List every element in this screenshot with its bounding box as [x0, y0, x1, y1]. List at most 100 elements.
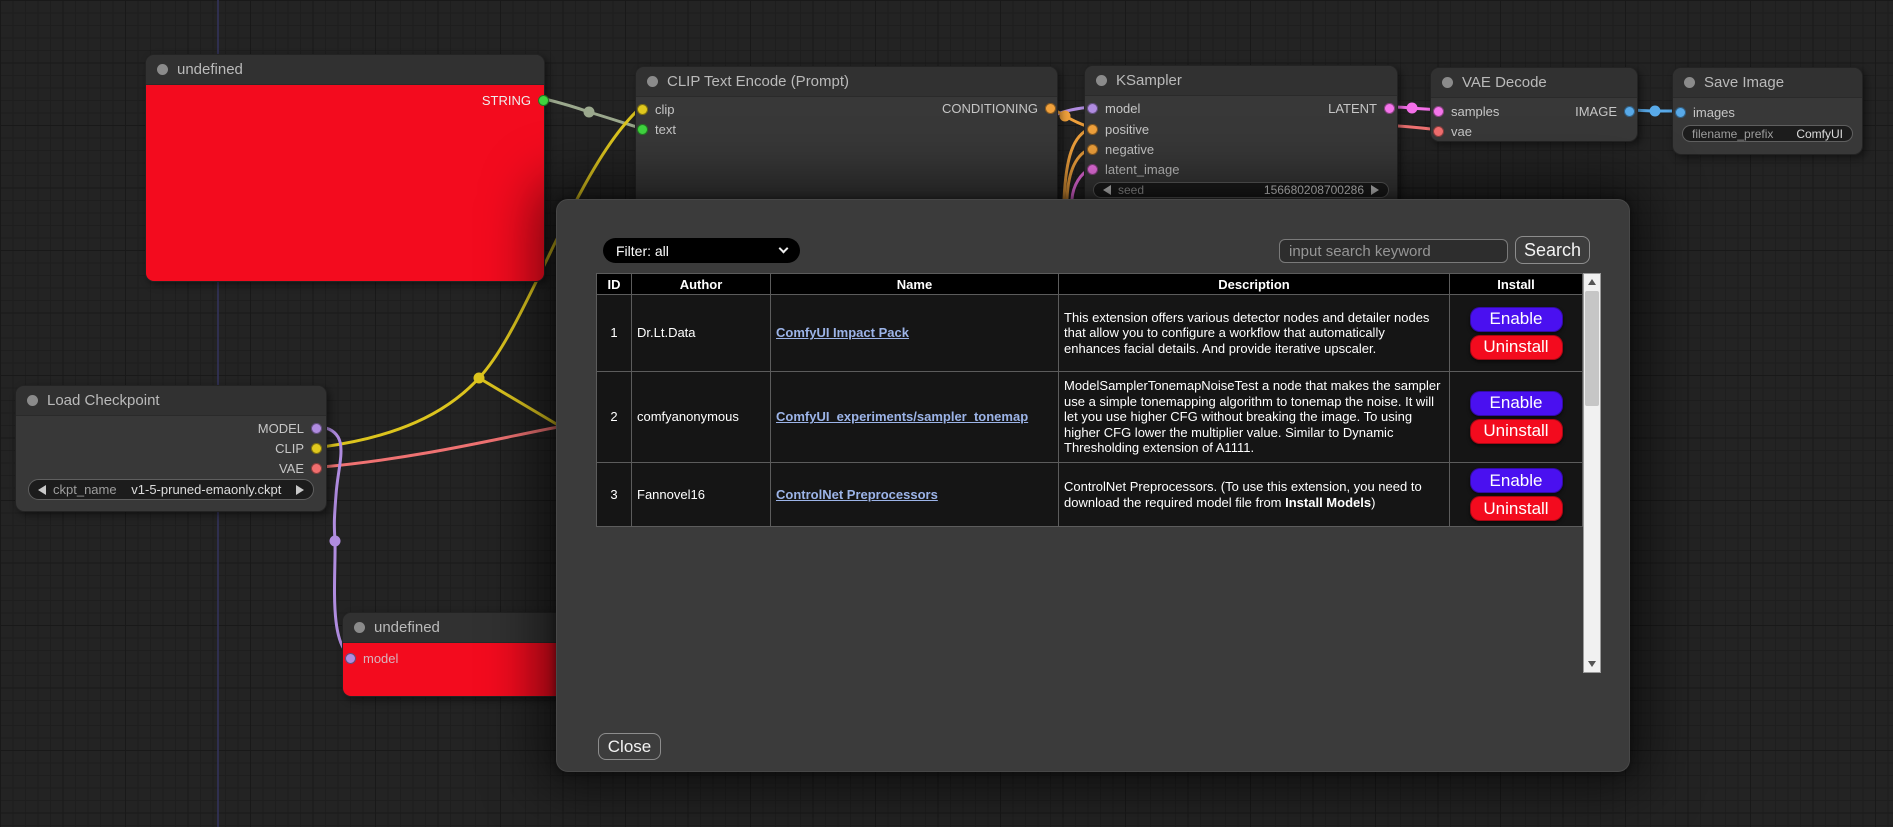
search-button[interactable]: Search [1515, 236, 1590, 264]
input-dot-positive[interactable] [1087, 124, 1098, 135]
input-label: samples [1451, 104, 1499, 119]
input-label: images [1693, 105, 1735, 120]
col-header-install: Install [1450, 274, 1583, 295]
close-button[interactable]: Close [598, 733, 661, 760]
chevron-down-icon [779, 244, 789, 254]
input-dot-negative[interactable] [1087, 144, 1098, 155]
widget-label: ckpt_name [53, 482, 117, 497]
input-label: vae [1451, 124, 1472, 139]
filter-dropdown[interactable]: Filter: all [603, 238, 800, 263]
input-label: text [655, 122, 676, 137]
enable-button[interactable]: Enable [1470, 468, 1563, 493]
widget-label: seed [1118, 183, 1144, 197]
input-label: negative [1105, 142, 1154, 157]
uninstall-button[interactable]: Uninstall [1470, 335, 1563, 360]
error-node-body [146, 85, 544, 281]
output-dot-image[interactable] [1624, 106, 1635, 117]
extension-link[interactable]: ComfyUI Impact Pack [776, 325, 909, 340]
cell-description: ControlNet Preprocessors. (To use this e… [1059, 463, 1450, 527]
collapse-dot-icon[interactable] [27, 395, 38, 406]
widget-value: v1-5-pruned-emaonly.ckpt [131, 482, 281, 497]
collapse-dot-icon[interactable] [1096, 75, 1107, 86]
node-ksampler[interactable]: KSampler model positive negative latent_… [1084, 65, 1398, 215]
output-label: VAE [279, 461, 304, 476]
col-header-id: ID [597, 274, 632, 295]
prev-arrow-icon[interactable] [38, 485, 46, 495]
node-load-checkpoint[interactable]: Load Checkpoint MODEL CLIP VAE ckpt_name… [15, 385, 327, 512]
node-title: VAE Decode [1462, 74, 1547, 91]
node-undefined-string[interactable]: undefined STRING [145, 54, 545, 282]
extension-table: ID Author Name Description Install 1 Dr.… [596, 273, 1583, 527]
col-header-name: Name [771, 274, 1059, 295]
scrollbar-thumb[interactable] [1585, 291, 1599, 406]
node-title-bar[interactable]: VAE Decode [1431, 68, 1637, 98]
widget-value: ComfyUI [1796, 127, 1843, 141]
output-label: CONDITIONING [942, 101, 1038, 116]
extension-link[interactable]: ControlNet Preprocessors [776, 487, 938, 502]
scroll-up-icon[interactable] [1584, 274, 1600, 290]
reroute-dot-clip[interactable] [474, 373, 485, 384]
node-vae-decode[interactable]: VAE Decode samples vae IMAGE [1430, 67, 1638, 142]
collapse-dot-icon[interactable] [1442, 77, 1453, 88]
input-dot-images[interactable] [1675, 107, 1686, 118]
input-dot-text[interactable] [637, 124, 648, 135]
input-dot-latent-image[interactable] [1087, 164, 1098, 175]
output-dot-vae[interactable] [311, 463, 322, 474]
node-save-image[interactable]: Save Image images filename_prefix ComfyU… [1672, 67, 1863, 155]
col-header-description: Description [1059, 274, 1450, 295]
reroute-dot-string[interactable] [584, 107, 595, 118]
node-undefined-model[interactable]: undefined model [342, 612, 582, 697]
input-dot-vae[interactable] [1433, 126, 1444, 137]
node-title: undefined [374, 619, 440, 636]
scroll-down-icon[interactable] [1584, 656, 1600, 672]
collapse-dot-icon[interactable] [1684, 77, 1695, 88]
reroute-dot-conditioning[interactable] [1060, 111, 1071, 122]
output-dot-string[interactable] [538, 95, 549, 106]
seed-value: 156680208700286 [1264, 183, 1364, 197]
seed-widget[interactable]: seed 156680208700286 [1093, 182, 1389, 198]
cell-author: Dr.Lt.Data [632, 295, 771, 372]
next-arrow-icon[interactable] [296, 485, 304, 495]
node-title-bar[interactable]: undefined [146, 55, 544, 85]
input-dot-samples[interactable] [1433, 106, 1444, 117]
cell-description: ModelSamplerTonemapNoiseTest a node that… [1059, 372, 1450, 463]
input-label: latent_image [1105, 162, 1179, 177]
table-scrollbar[interactable] [1583, 273, 1601, 673]
node-title: Load Checkpoint [47, 392, 160, 409]
uninstall-button[interactable]: Uninstall [1470, 496, 1563, 521]
node-title-bar[interactable]: KSampler [1085, 66, 1397, 96]
cell-id: 3 [597, 463, 632, 527]
input-dot-model[interactable] [1087, 103, 1098, 114]
reroute-dot-model[interactable] [330, 536, 341, 547]
comfyui-canvas[interactable]: undefined STRING CLIP Text Encode (Promp… [0, 0, 1893, 827]
cell-description: This extension offers various detector n… [1059, 295, 1450, 372]
input-dot-clip[interactable] [637, 104, 648, 115]
output-label: STRING [482, 93, 531, 108]
node-title-bar[interactable]: undefined [343, 613, 581, 643]
enable-button[interactable]: Enable [1470, 391, 1563, 416]
output-dot-model[interactable] [311, 423, 322, 434]
collapse-dot-icon[interactable] [354, 622, 365, 633]
input-label: model [1105, 101, 1140, 116]
ckpt-name-widget[interactable]: ckpt_name v1-5-pruned-emaonly.ckpt [28, 479, 314, 500]
decrement-arrow-icon[interactable] [1103, 185, 1111, 195]
col-header-author: Author [632, 274, 771, 295]
input-dot-model[interactable] [345, 653, 356, 664]
enable-button[interactable]: Enable [1470, 307, 1563, 332]
extension-link[interactable]: ComfyUI_experiments/sampler_tonemap [776, 409, 1028, 424]
collapse-dot-icon[interactable] [157, 64, 168, 75]
filename-prefix-widget[interactable]: filename_prefix ComfyUI [1682, 125, 1853, 142]
output-dot-clip[interactable] [311, 443, 322, 454]
collapse-dot-icon[interactable] [647, 76, 658, 87]
output-label: MODEL [258, 421, 304, 436]
reroute-dot-latent[interactable] [1407, 103, 1418, 114]
output-dot-conditioning[interactable] [1045, 103, 1056, 114]
search-input[interactable] [1279, 239, 1508, 263]
increment-arrow-icon[interactable] [1371, 185, 1379, 195]
uninstall-button[interactable]: Uninstall [1470, 419, 1563, 444]
output-dot-latent[interactable] [1384, 103, 1395, 114]
node-title-bar[interactable]: CLIP Text Encode (Prompt) [636, 67, 1057, 97]
node-title-bar[interactable]: Load Checkpoint [16, 386, 326, 416]
reroute-dot-image[interactable] [1650, 106, 1661, 117]
node-title-bar[interactable]: Save Image [1673, 68, 1862, 98]
